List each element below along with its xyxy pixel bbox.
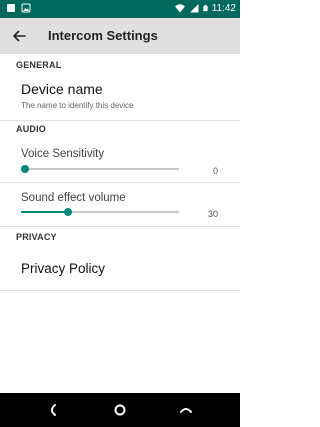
status-bar: 11:42 bbox=[0, 0, 240, 18]
image-icon bbox=[21, 3, 31, 13]
slider-thumb[interactable] bbox=[21, 165, 29, 173]
signal-icon bbox=[190, 4, 199, 13]
pref-device-name-title: Device name bbox=[21, 81, 103, 97]
home-icon[interactable] bbox=[113, 403, 127, 417]
app-bar: Intercom Settings bbox=[0, 18, 240, 54]
slider-fill bbox=[21, 211, 68, 213]
wifi-icon bbox=[175, 4, 185, 13]
slider-thumb[interactable] bbox=[64, 208, 72, 216]
section-header-general: GENERAL bbox=[16, 60, 62, 70]
divider bbox=[0, 226, 240, 227]
sound-effect-volume-slider[interactable] bbox=[21, 206, 179, 218]
arrow-back-icon[interactable] bbox=[10, 27, 28, 45]
sound-effect-volume-value: 30 bbox=[207, 209, 218, 219]
slider-track bbox=[21, 168, 179, 170]
notification-icon bbox=[7, 4, 15, 12]
navigation-bar bbox=[0, 393, 240, 427]
pref-privacy-policy[interactable]: Privacy Policy bbox=[0, 248, 240, 290]
status-time: 11:42 bbox=[211, 3, 236, 14]
divider bbox=[0, 182, 240, 183]
recents-icon[interactable] bbox=[179, 403, 193, 417]
divider bbox=[0, 120, 240, 121]
section-header-audio: AUDIO bbox=[16, 124, 46, 134]
section-header-privacy: PRIVACY bbox=[16, 232, 57, 242]
pref-privacy-policy-title: Privacy Policy bbox=[21, 261, 106, 276]
page-title: Intercom Settings bbox=[48, 28, 158, 43]
battery-icon bbox=[203, 4, 208, 12]
pref-sound-effect-volume-title: Sound effect volume bbox=[21, 192, 126, 204]
pref-voice-sensitivity-title: Voice Sensitivity bbox=[21, 148, 105, 160]
voice-sensitivity-value: 0 bbox=[212, 166, 218, 176]
back-icon[interactable] bbox=[46, 403, 60, 417]
pref-device-name[interactable]: Device name The name to identify this de… bbox=[0, 74, 240, 120]
voice-sensitivity-slider[interactable] bbox=[21, 163, 179, 175]
pref-device-name-summary: The name to identify this device bbox=[21, 101, 134, 110]
divider bbox=[0, 290, 240, 291]
